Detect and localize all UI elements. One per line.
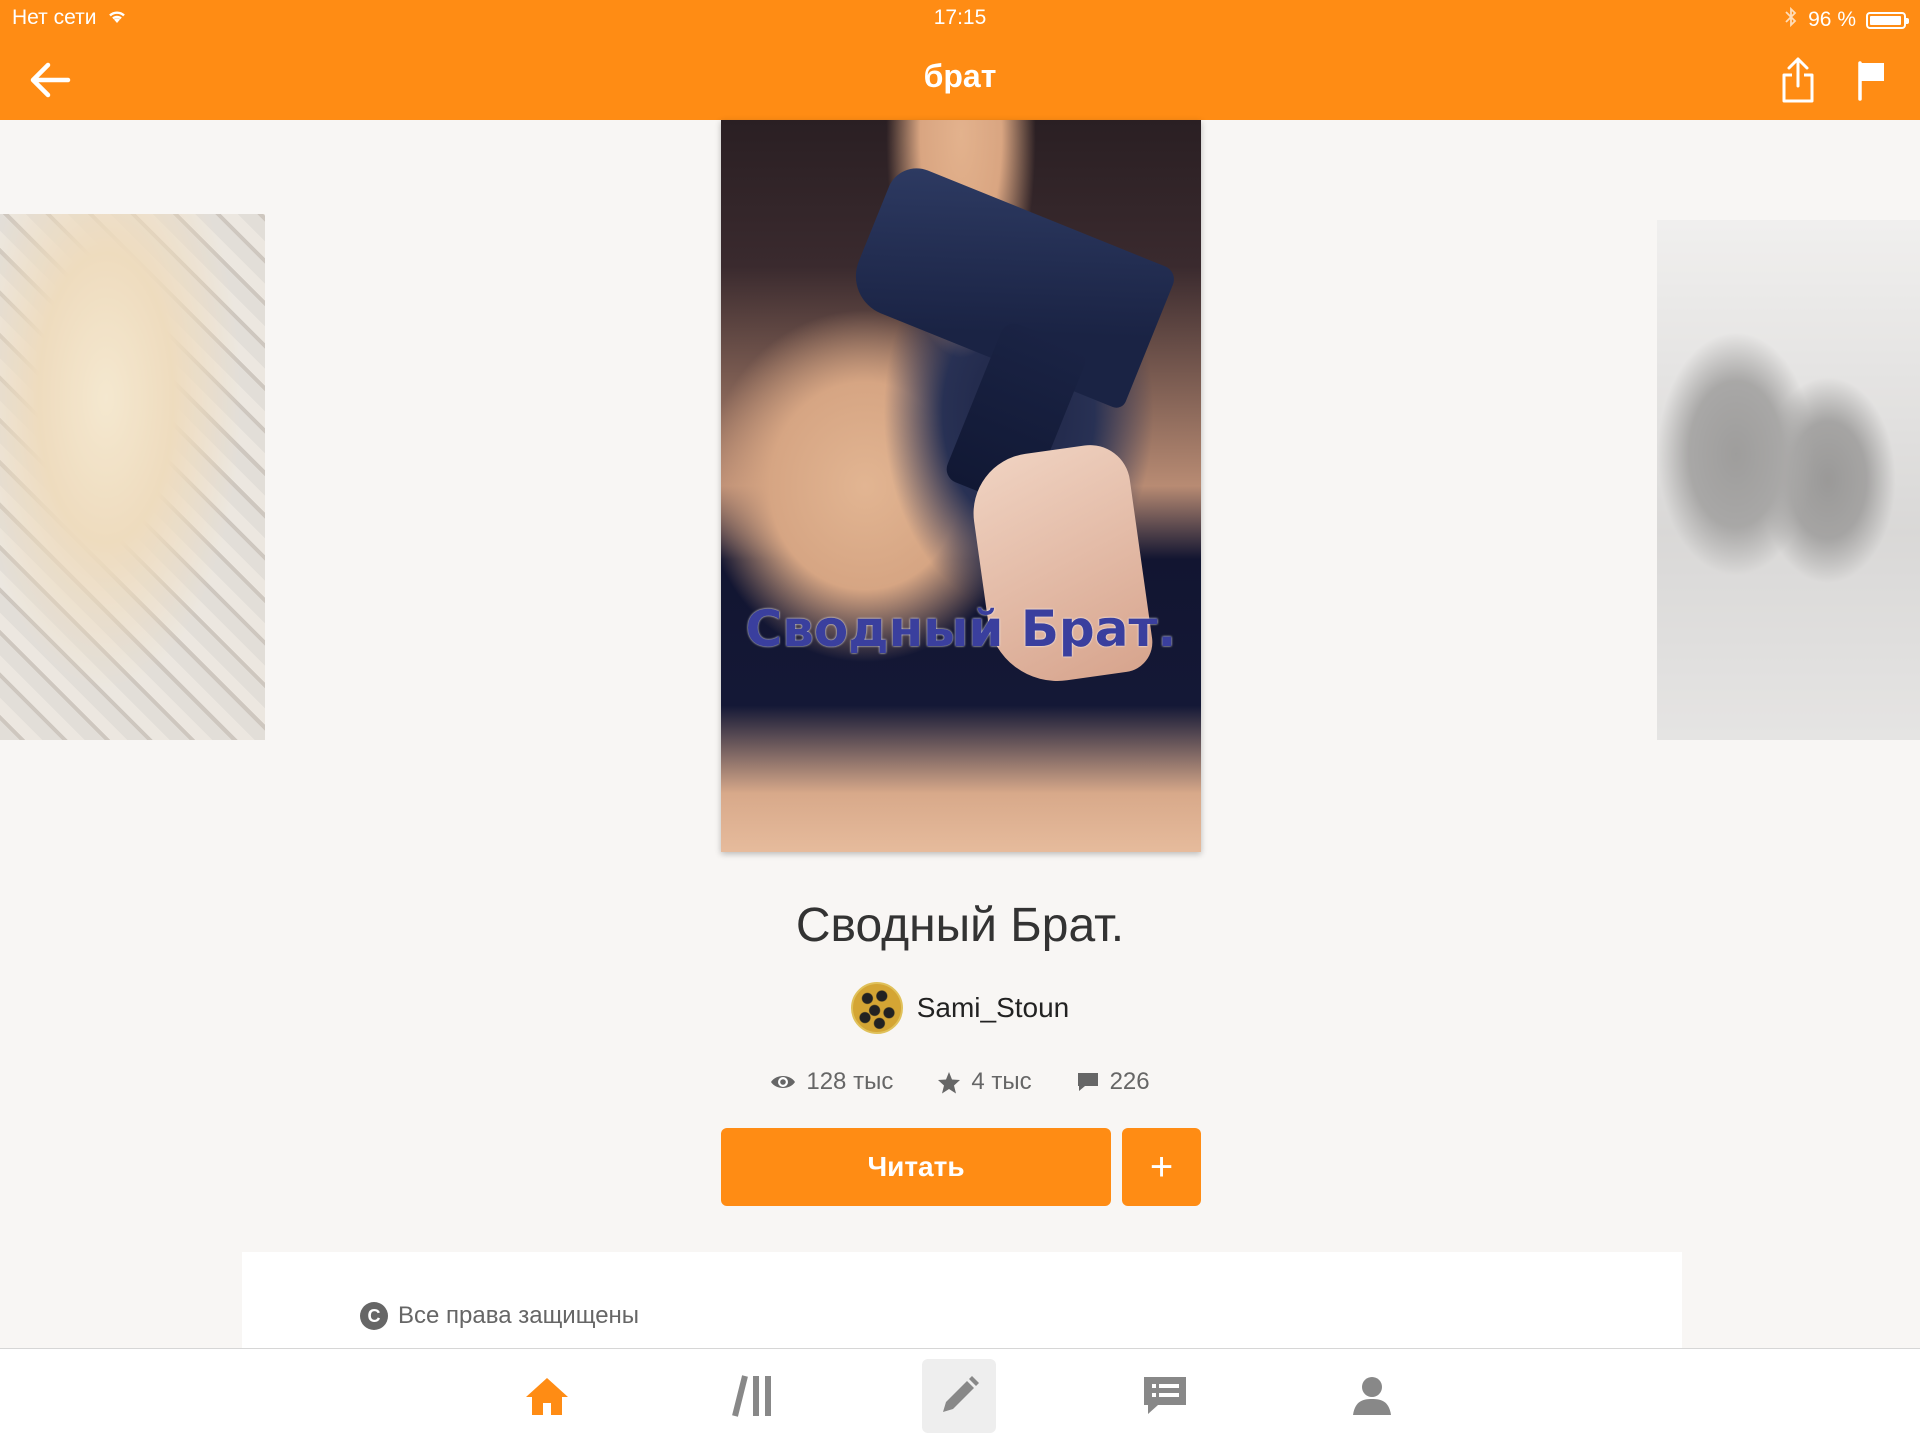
votes-stat: 4 тыс — [937, 1068, 1032, 1096]
tab-home[interactable] — [510, 1359, 584, 1433]
tab-bar — [0, 1348, 1920, 1441]
story-stats: 128 тыс 4 тыс 226 — [0, 1068, 1920, 1096]
cover-title-text: Сводный Брат. — [745, 600, 1177, 658]
tab-messages[interactable] — [1128, 1359, 1202, 1433]
share-button[interactable] — [1768, 50, 1828, 110]
votes-count: 4 тыс — [971, 1068, 1032, 1095]
story-cover[interactable]: Сводный Брат. — [721, 120, 1201, 852]
tab-write[interactable] — [922, 1359, 996, 1433]
add-to-library-button[interactable]: + — [1122, 1128, 1201, 1206]
story-actions: Читать + — [721, 1128, 1201, 1206]
eye-icon — [771, 1076, 796, 1088]
home-icon — [526, 1378, 568, 1415]
comment-icon — [1077, 1073, 1098, 1091]
status-bar: Нет сети 17:15 96 % — [0, 0, 1920, 40]
library-icon — [732, 1375, 771, 1417]
reads-stat: 128 тыс — [770, 1068, 893, 1096]
battery-percent: 96 % — [1808, 8, 1856, 31]
copyright-text: Все права защищены — [398, 1302, 640, 1329]
status-right: 96 % — [1784, 6, 1909, 34]
comments-stat: 226 — [1076, 1068, 1150, 1096]
top-bar: Нет сети 17:15 96 % брат — [0, 0, 1920, 120]
profile-icon — [1353, 1377, 1391, 1415]
star-icon — [938, 1071, 961, 1093]
copyright-notice: C Все права защищены — [360, 1302, 639, 1330]
bluetooth-icon — [1784, 6, 1798, 34]
flag-icon — [1858, 61, 1884, 101]
write-icon — [943, 1376, 979, 1412]
author-link[interactable]: Sami_Stoun — [0, 982, 1920, 1034]
tab-library[interactable] — [717, 1359, 791, 1433]
messages-icon — [1144, 1377, 1186, 1414]
tab-profile[interactable] — [1335, 1359, 1409, 1433]
share-icon — [1782, 57, 1814, 103]
next-story-cover[interactable] — [1657, 220, 1920, 740]
reads-count: 128 тыс — [806, 1068, 894, 1095]
author-avatar[interactable] — [850, 982, 903, 1034]
battery-icon — [1866, 11, 1909, 29]
battery-level — [1870, 15, 1901, 25]
clock: 17:15 — [933, 6, 987, 29]
author-name[interactable]: Sami_Stoun — [917, 992, 1070, 1024]
story-title: Сводный Брат. — [795, 899, 1125, 952]
comments-count: 226 — [1109, 1068, 1150, 1095]
read-button[interactable]: Читать — [721, 1128, 1111, 1206]
copyright-icon: C — [360, 1302, 388, 1330]
page-title: брат — [923, 58, 997, 94]
report-button[interactable] — [1842, 50, 1902, 110]
details-panel: C Все права защищены — [242, 1252, 1682, 1352]
previous-story-cover[interactable] — [0, 214, 265, 740]
nav-bar: брат — [0, 40, 1920, 120]
